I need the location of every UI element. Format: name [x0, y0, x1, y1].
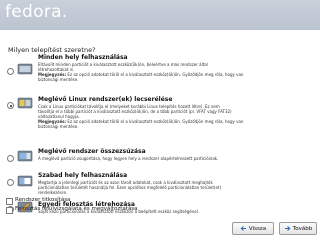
fedora-logo: fedora. — [5, 2, 68, 22]
install-type-question: Milyen telepítést szeretne? — [8, 46, 96, 54]
review-layout-checkbox[interactable] — [6, 207, 13, 214]
option-title: Minden hely felhasználása — [38, 54, 128, 61]
option-title: Meglévő rendszer összezsúzása — [38, 148, 146, 155]
header-banner: fedora. — [0, 0, 320, 30]
radio-shrink-system[interactable] — [7, 155, 14, 162]
option-title: Meglévő Linux rendszer(ek) lecserélése — [38, 96, 173, 103]
option-description: Megtartja a jelenlegi partíciót és az az… — [38, 180, 222, 195]
back-button-label: Vissza — [248, 225, 267, 232]
encrypt-system-label: Rendszer titkosítása — [15, 197, 71, 203]
drive-full-icon — [17, 63, 33, 75]
shrink-icon — [17, 150, 33, 162]
option-description: Eltávolít minden partíciót a kiválasztot… — [38, 62, 244, 82]
review-layout-label: Felosztás felülvizsgálata és megváltozta… — [15, 206, 138, 212]
next-button[interactable]: Tovább — [279, 222, 317, 235]
option-description: Csak a Linux partíciókat távolítja el (m… — [38, 104, 244, 129]
arrow-left-icon — [240, 226, 247, 231]
arrow-right-icon — [284, 226, 291, 231]
back-button[interactable]: Vissza — [232, 222, 274, 235]
free-space-icon — [17, 175, 33, 187]
option-description: A meglévő partíció zsugorítása, hogy leg… — [38, 156, 219, 161]
radio-replace-linux[interactable] — [7, 102, 14, 109]
next-button-label: Tovább — [292, 225, 313, 232]
radio-free-space[interactable] — [7, 179, 14, 186]
linux-replace-icon — [17, 97, 33, 109]
option-title: Szabad hely felhasználása — [38, 172, 128, 179]
encrypt-system-checkbox[interactable] — [6, 198, 13, 205]
radio-use-all-space[interactable] — [7, 68, 14, 75]
